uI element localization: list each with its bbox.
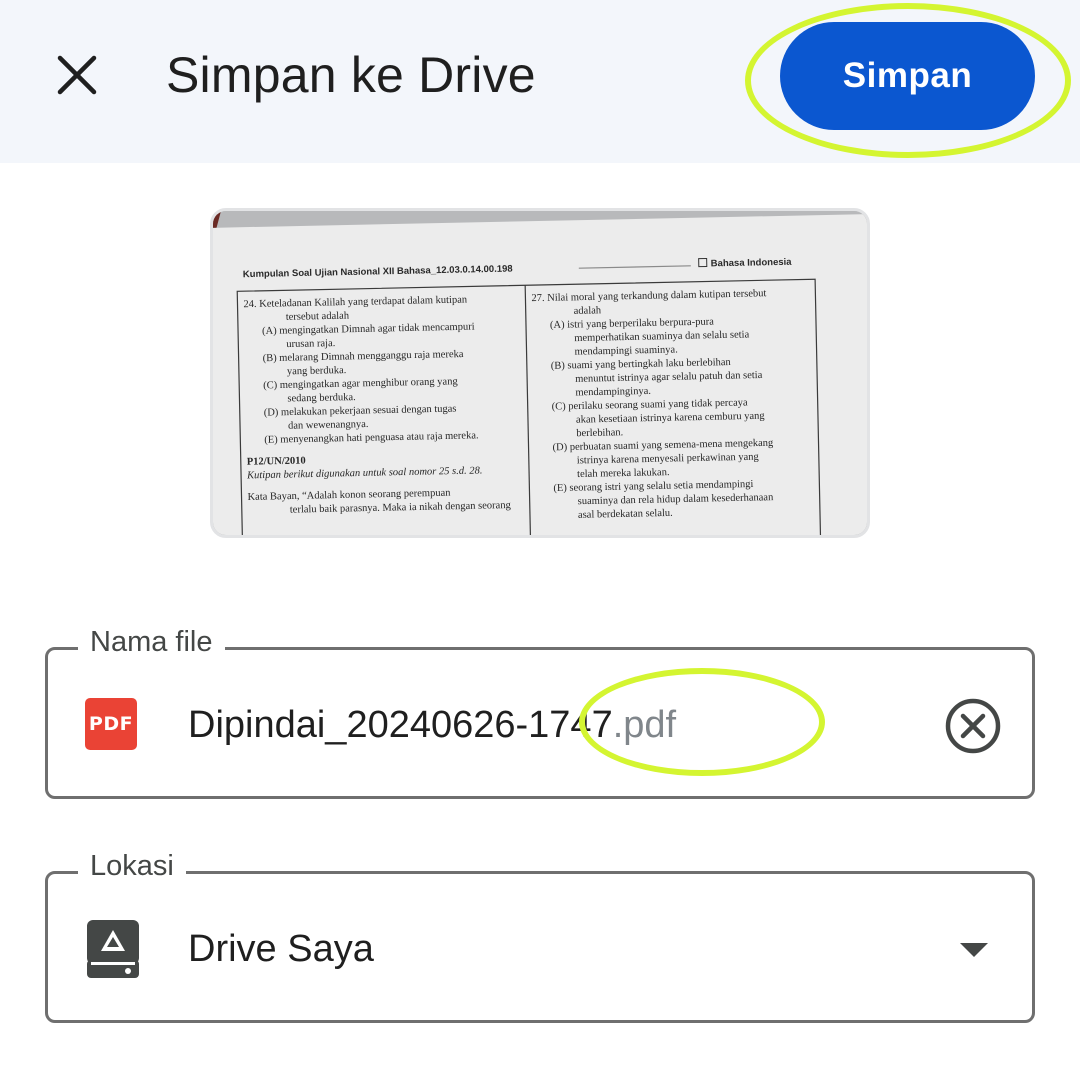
location-dropdown[interactable] [946, 922, 1002, 978]
preview-header-right: Bahasa Indonesia [711, 257, 793, 270]
document-preview[interactable]: Kumpulan Soal Ujian Nasional XII Bahasa_… [210, 208, 870, 538]
preview-right-line: berlebihan. [576, 427, 623, 439]
top-app-bar: Simpan ke Drive Simpan [0, 0, 1080, 163]
file-name-text: Dipindai_20240626-1747 [188, 704, 613, 746]
file-name-field: Nama file PDF Dipindai_20240626-1747.pdf [45, 622, 1035, 799]
clear-file-name-button[interactable] [941, 694, 1005, 758]
location-label: Lokasi [78, 846, 186, 886]
preview-left-line: tersebut adalah [286, 311, 350, 323]
dropdown-arrow-icon [960, 943, 988, 957]
preview-left-line: dan wewenangnya. [288, 419, 369, 432]
file-name-input[interactable]: Dipindai_20240626-1747.pdf [188, 696, 676, 754]
preview-left-line: yang berduka. [287, 365, 347, 377]
preview-right-line: asal berdekatan selalu. [578, 508, 673, 521]
clear-circle-icon [945, 698, 1001, 754]
pdf-icon: PDF [85, 698, 137, 750]
preview-right-line: telah mereka lakukan. [577, 467, 670, 480]
preview-right-line: mendampingi suaminya. [574, 345, 677, 358]
close-button[interactable] [46, 44, 108, 106]
preview-right-line: adalah [574, 305, 602, 317]
preview-right-line: mendampinginya. [575, 386, 651, 399]
preview-left-line: urusan raja. [286, 338, 335, 350]
drive-icon [87, 920, 139, 978]
location-value: Drive Saya [188, 928, 374, 970]
scanned-page-image: Kumpulan Soal Ujian Nasional XII Bahasa_… [213, 211, 867, 535]
page-title: Simpan ke Drive [166, 47, 536, 103]
location-field[interactable]: Lokasi Drive Saya [45, 846, 1035, 1023]
preview-left-line: P12/UN/2010 [247, 456, 306, 468]
save-button[interactable]: Simpan [780, 22, 1035, 130]
close-icon [57, 55, 97, 95]
file-extension: .pdf [612, 704, 677, 746]
file-name-label: Nama file [78, 622, 225, 662]
preview-left-line: sedang berduka. [287, 392, 355, 404]
